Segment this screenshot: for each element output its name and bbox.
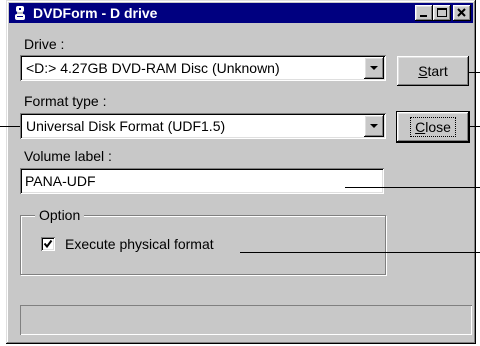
callout-line [240,252,480,253]
close-button-label: Close [410,117,456,137]
option-group: Option Execute physical format [20,207,386,275]
start-button[interactable]: Start [397,56,469,86]
format-type-label: Format type : [24,93,107,109]
drive-select[interactable]: <D:> 4.27GB DVD-RAM Disc (Unknown) [20,55,386,81]
close-icon [457,8,466,17]
minimize-icon [420,15,427,17]
dvd-drive-icon[interactable] [13,5,27,21]
maximize-icon [437,8,447,17]
format-type-select[interactable]: Universal Disk Format (UDF1.5) [20,113,386,139]
format-type-dropdown-button[interactable] [364,115,384,137]
volume-label-label: Volume label : [24,148,112,164]
maximize-button[interactable] [433,5,451,21]
execute-physical-format-checkbox[interactable] [41,237,55,251]
chevron-down-icon [370,66,378,70]
minimize-button[interactable] [415,5,433,21]
drive-dropdown-button[interactable] [364,57,384,79]
status-bar [20,305,472,335]
chevron-down-icon [370,124,378,128]
format-type-select-value: Universal Disk Format (UDF1.5) [26,118,226,134]
window-title: DVDForm - D drive [33,5,158,21]
dvdform-window: DVDForm - D drive Drive : <D:> 4.27GB DV… [6,0,476,344]
volume-label-input[interactable] [20,168,384,194]
checkmark-icon [43,239,53,249]
option-group-label: Option [35,207,85,223]
execute-physical-format-label[interactable]: Execute physical format [65,236,214,252]
callout-line [469,126,480,127]
callout-line [469,72,480,73]
drive-select-value: <D:> 4.27GB DVD-RAM Disc (Unknown) [26,60,280,76]
drive-label: Drive : [24,36,65,52]
close-window-button[interactable] [453,5,471,21]
title-bar[interactable]: DVDForm - D drive [9,3,473,23]
start-button-label: Start [418,63,448,79]
callout-line [0,126,20,127]
close-button[interactable]: Close [396,111,470,143]
callout-line [345,187,480,188]
